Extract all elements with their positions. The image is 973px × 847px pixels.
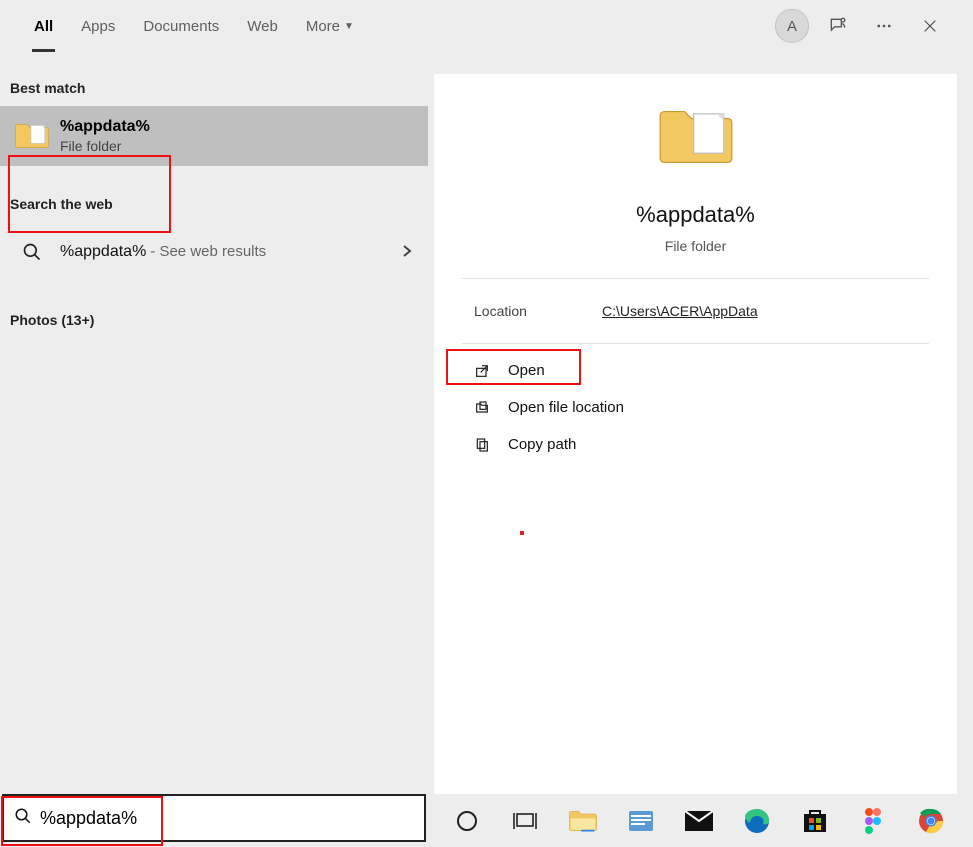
search-icon bbox=[14, 232, 50, 272]
location-label: Location bbox=[474, 303, 602, 319]
tab-documents[interactable]: Documents bbox=[129, 0, 233, 52]
tab-apps[interactable]: Apps bbox=[67, 0, 129, 52]
chevron-down-icon: ▼ bbox=[344, 21, 354, 32]
open-external-icon bbox=[470, 363, 494, 379]
action-open-label: Open bbox=[508, 362, 545, 379]
action-open-loc-label: Open file location bbox=[508, 399, 624, 416]
detail-title: %appdata% bbox=[636, 202, 755, 228]
action-copy-path[interactable]: Copy path bbox=[450, 426, 941, 463]
section-photos[interactable]: Photos (13+) bbox=[0, 282, 428, 338]
web-result-title: %appdata% bbox=[60, 243, 146, 261]
taskbar bbox=[426, 794, 973, 847]
user-avatar[interactable]: A bbox=[775, 9, 809, 43]
tab-all[interactable]: All bbox=[20, 0, 67, 52]
action-copy-path-label: Copy path bbox=[508, 436, 576, 453]
web-result-suffix: - See web results bbox=[150, 243, 266, 260]
action-open-file-location[interactable]: Open file location bbox=[450, 389, 941, 426]
chevron-right-icon bbox=[402, 244, 412, 261]
best-match-result[interactable]: %appdata% File folder bbox=[0, 106, 428, 166]
chrome-icon[interactable] bbox=[914, 804, 948, 838]
search-icon bbox=[14, 807, 32, 830]
close-icon[interactable] bbox=[907, 3, 953, 49]
tab-web[interactable]: Web bbox=[233, 0, 292, 52]
location-value[interactable]: C:\Users\ACER\AppData bbox=[602, 303, 758, 319]
location-folder-icon bbox=[470, 400, 494, 416]
more-icon[interactable] bbox=[861, 3, 907, 49]
folder-icon bbox=[14, 116, 50, 156]
search-filter-tabs: All Apps Documents Web More ▼ A bbox=[0, 0, 973, 52]
mail-icon[interactable] bbox=[682, 804, 716, 838]
web-result[interactable]: %appdata% - See web results bbox=[0, 222, 428, 282]
best-match-title: %appdata% bbox=[60, 118, 412, 136]
folder-icon bbox=[659, 106, 733, 180]
cortana-icon[interactable] bbox=[450, 804, 484, 838]
file-explorer-icon[interactable] bbox=[566, 804, 600, 838]
task-view-icon[interactable] bbox=[508, 804, 542, 838]
feedback-icon[interactable] bbox=[815, 3, 861, 49]
action-open[interactable]: Open bbox=[450, 352, 941, 389]
search-box[interactable] bbox=[2, 794, 426, 842]
tab-more-label: More bbox=[306, 18, 340, 35]
best-match-subtitle: File folder bbox=[60, 138, 412, 154]
detail-subtitle: File folder bbox=[665, 238, 726, 254]
section-search-web: Search the web bbox=[0, 166, 428, 222]
results-column: Best match %appdata% File folder Search … bbox=[0, 52, 428, 794]
word-icon[interactable] bbox=[624, 804, 658, 838]
section-best-match: Best match bbox=[0, 52, 428, 106]
detail-pane: %appdata% File folder Location C:\Users\… bbox=[434, 74, 957, 794]
ms-store-icon[interactable] bbox=[798, 804, 832, 838]
copy-icon bbox=[470, 437, 494, 453]
search-input[interactable] bbox=[40, 808, 414, 829]
tab-more[interactable]: More ▼ bbox=[292, 0, 368, 52]
edge-icon[interactable] bbox=[740, 804, 774, 838]
figma-icon[interactable] bbox=[856, 804, 890, 838]
red-dot bbox=[520, 531, 524, 535]
